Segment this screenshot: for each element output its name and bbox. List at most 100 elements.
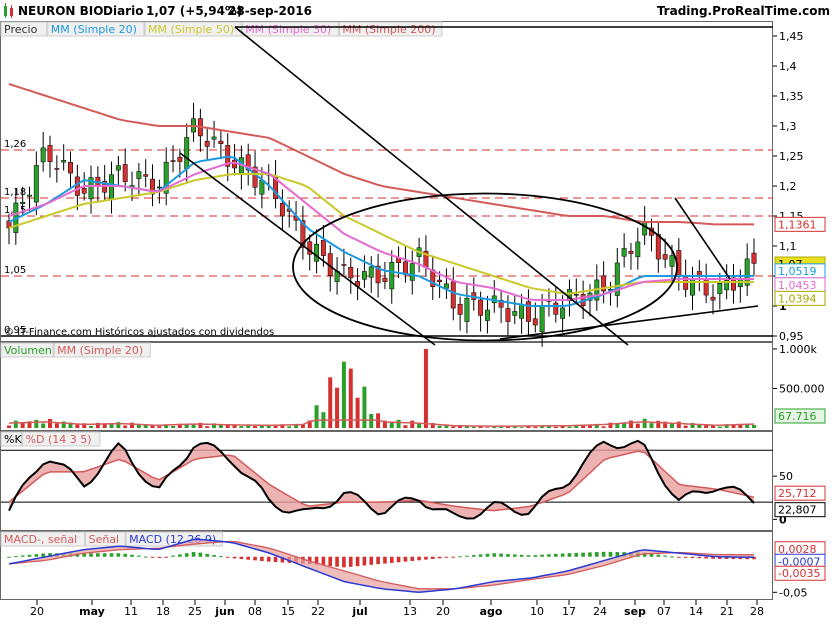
value-badge-label: 25,712 [778,487,817,500]
y-tick-label: 1,1 [779,240,797,253]
volume-bar [239,426,244,428]
volume-bar [335,387,340,428]
volume-bar [273,425,278,428]
candle-body [532,318,538,326]
macd-histogram-bar [205,553,210,557]
y-tick-label: 1,4 [779,60,797,73]
macd-histogram-bar [485,553,490,557]
macd-histogram-bar [540,554,544,557]
x-tick-label: 07 [657,605,671,618]
macd-histogram-bar [683,556,688,558]
volume-bar [451,426,456,428]
volume-bar [48,419,53,428]
macd-histogram-bar [171,555,175,557]
volume-bar [553,426,558,428]
candle-body [170,160,176,162]
volume-bar [403,425,408,428]
candle-body [218,140,224,145]
x-tick-label: 24 [593,605,607,618]
candle-body [109,174,114,200]
candle-body [122,164,128,183]
volume-bar [157,426,162,428]
volume-bar [717,426,722,428]
macd-histogram-bar [14,556,18,558]
x-tick-label: 13 [403,605,417,618]
macd-histogram-bar [150,556,155,558]
volume-bar [471,426,476,428]
volume-bar [423,348,428,428]
candle-body [81,188,87,194]
candle-body [464,297,470,322]
value-badge-label: 22,807 [778,504,817,517]
macd-histogram-bar [253,556,257,561]
macd-histogram-bar [137,555,141,557]
volume-bar [171,425,176,428]
macd-histogram-bar [471,555,476,557]
x-tick-label: jun [214,605,234,618]
macd-histogram-bar [663,555,667,557]
candle-body [204,141,210,147]
candle-body [177,156,183,162]
candle-body [478,299,484,316]
candle-body [437,279,443,283]
legend-label: %D (14 3 5) [26,433,92,446]
macd-histogram-bar [116,553,121,557]
volume-bar [731,425,736,428]
candle-body [655,234,661,260]
candle-body [27,194,32,197]
volume-bar [499,426,504,428]
volume-bar [89,425,94,428]
candle-body [348,267,354,279]
macd-histogram-bar [670,556,674,558]
x-tick-label: 18 [156,605,170,618]
macd-histogram-bar [465,555,469,557]
candle-body [662,254,668,260]
macd-histogram-bar [273,556,278,563]
legend-label: MM (Simple 200) [342,23,435,36]
candle-body [259,179,265,195]
volume-bar [253,426,258,428]
macd-histogram-bar [178,554,182,557]
volume-bar [355,397,360,428]
macd-histogram-bar [328,556,333,567]
x-tick-label: 15 [281,605,295,618]
candle-body [61,160,67,163]
volume-bar [348,368,353,428]
macd-histogram-bar [451,556,456,558]
candle-body [143,174,149,177]
volume-bar [362,386,367,428]
macd-histogram-bar [219,556,223,558]
candle-body [669,255,675,267]
legend-label: %K [4,433,22,446]
candle-body [628,250,634,254]
macd-histogram-bar [547,554,551,557]
macd-histogram-bar [20,555,25,557]
volume-bar [635,423,640,428]
candle-body [211,136,217,140]
macd-histogram-bar [266,556,271,562]
y-tick-label: 0,95 [779,330,804,343]
value-badge-label: -0,0035 [778,567,820,580]
macd-histogram-bar [430,556,435,559]
macd-histogram-bar [458,556,462,558]
candle-body [409,263,415,281]
candle-body [450,281,456,309]
macd-histogram-bar [239,556,244,560]
volume-bar [13,420,18,428]
macd-histogram-bar [560,553,565,557]
macd-histogram-bar [342,556,346,568]
macd-histogram-bar [369,556,374,565]
ticker: NEURON BIO [18,4,103,18]
prorealtime-chart: NEURON BIO Diario 1,07 (+5,94%) 28-sep-2… [0,0,835,620]
x-tick-label: jul [351,605,367,618]
volume-bar [669,423,674,428]
macd-histogram-bar [656,554,661,557]
candle-body [457,303,463,315]
x-tick-label: sep [624,605,646,618]
macd-histogram-bar [506,554,510,557]
macd-histogram-bar [396,556,401,563]
volume-bar [205,426,210,428]
candle-body [553,302,559,315]
legend-label: Precio [4,23,38,36]
macd-histogram-bar [690,556,695,558]
